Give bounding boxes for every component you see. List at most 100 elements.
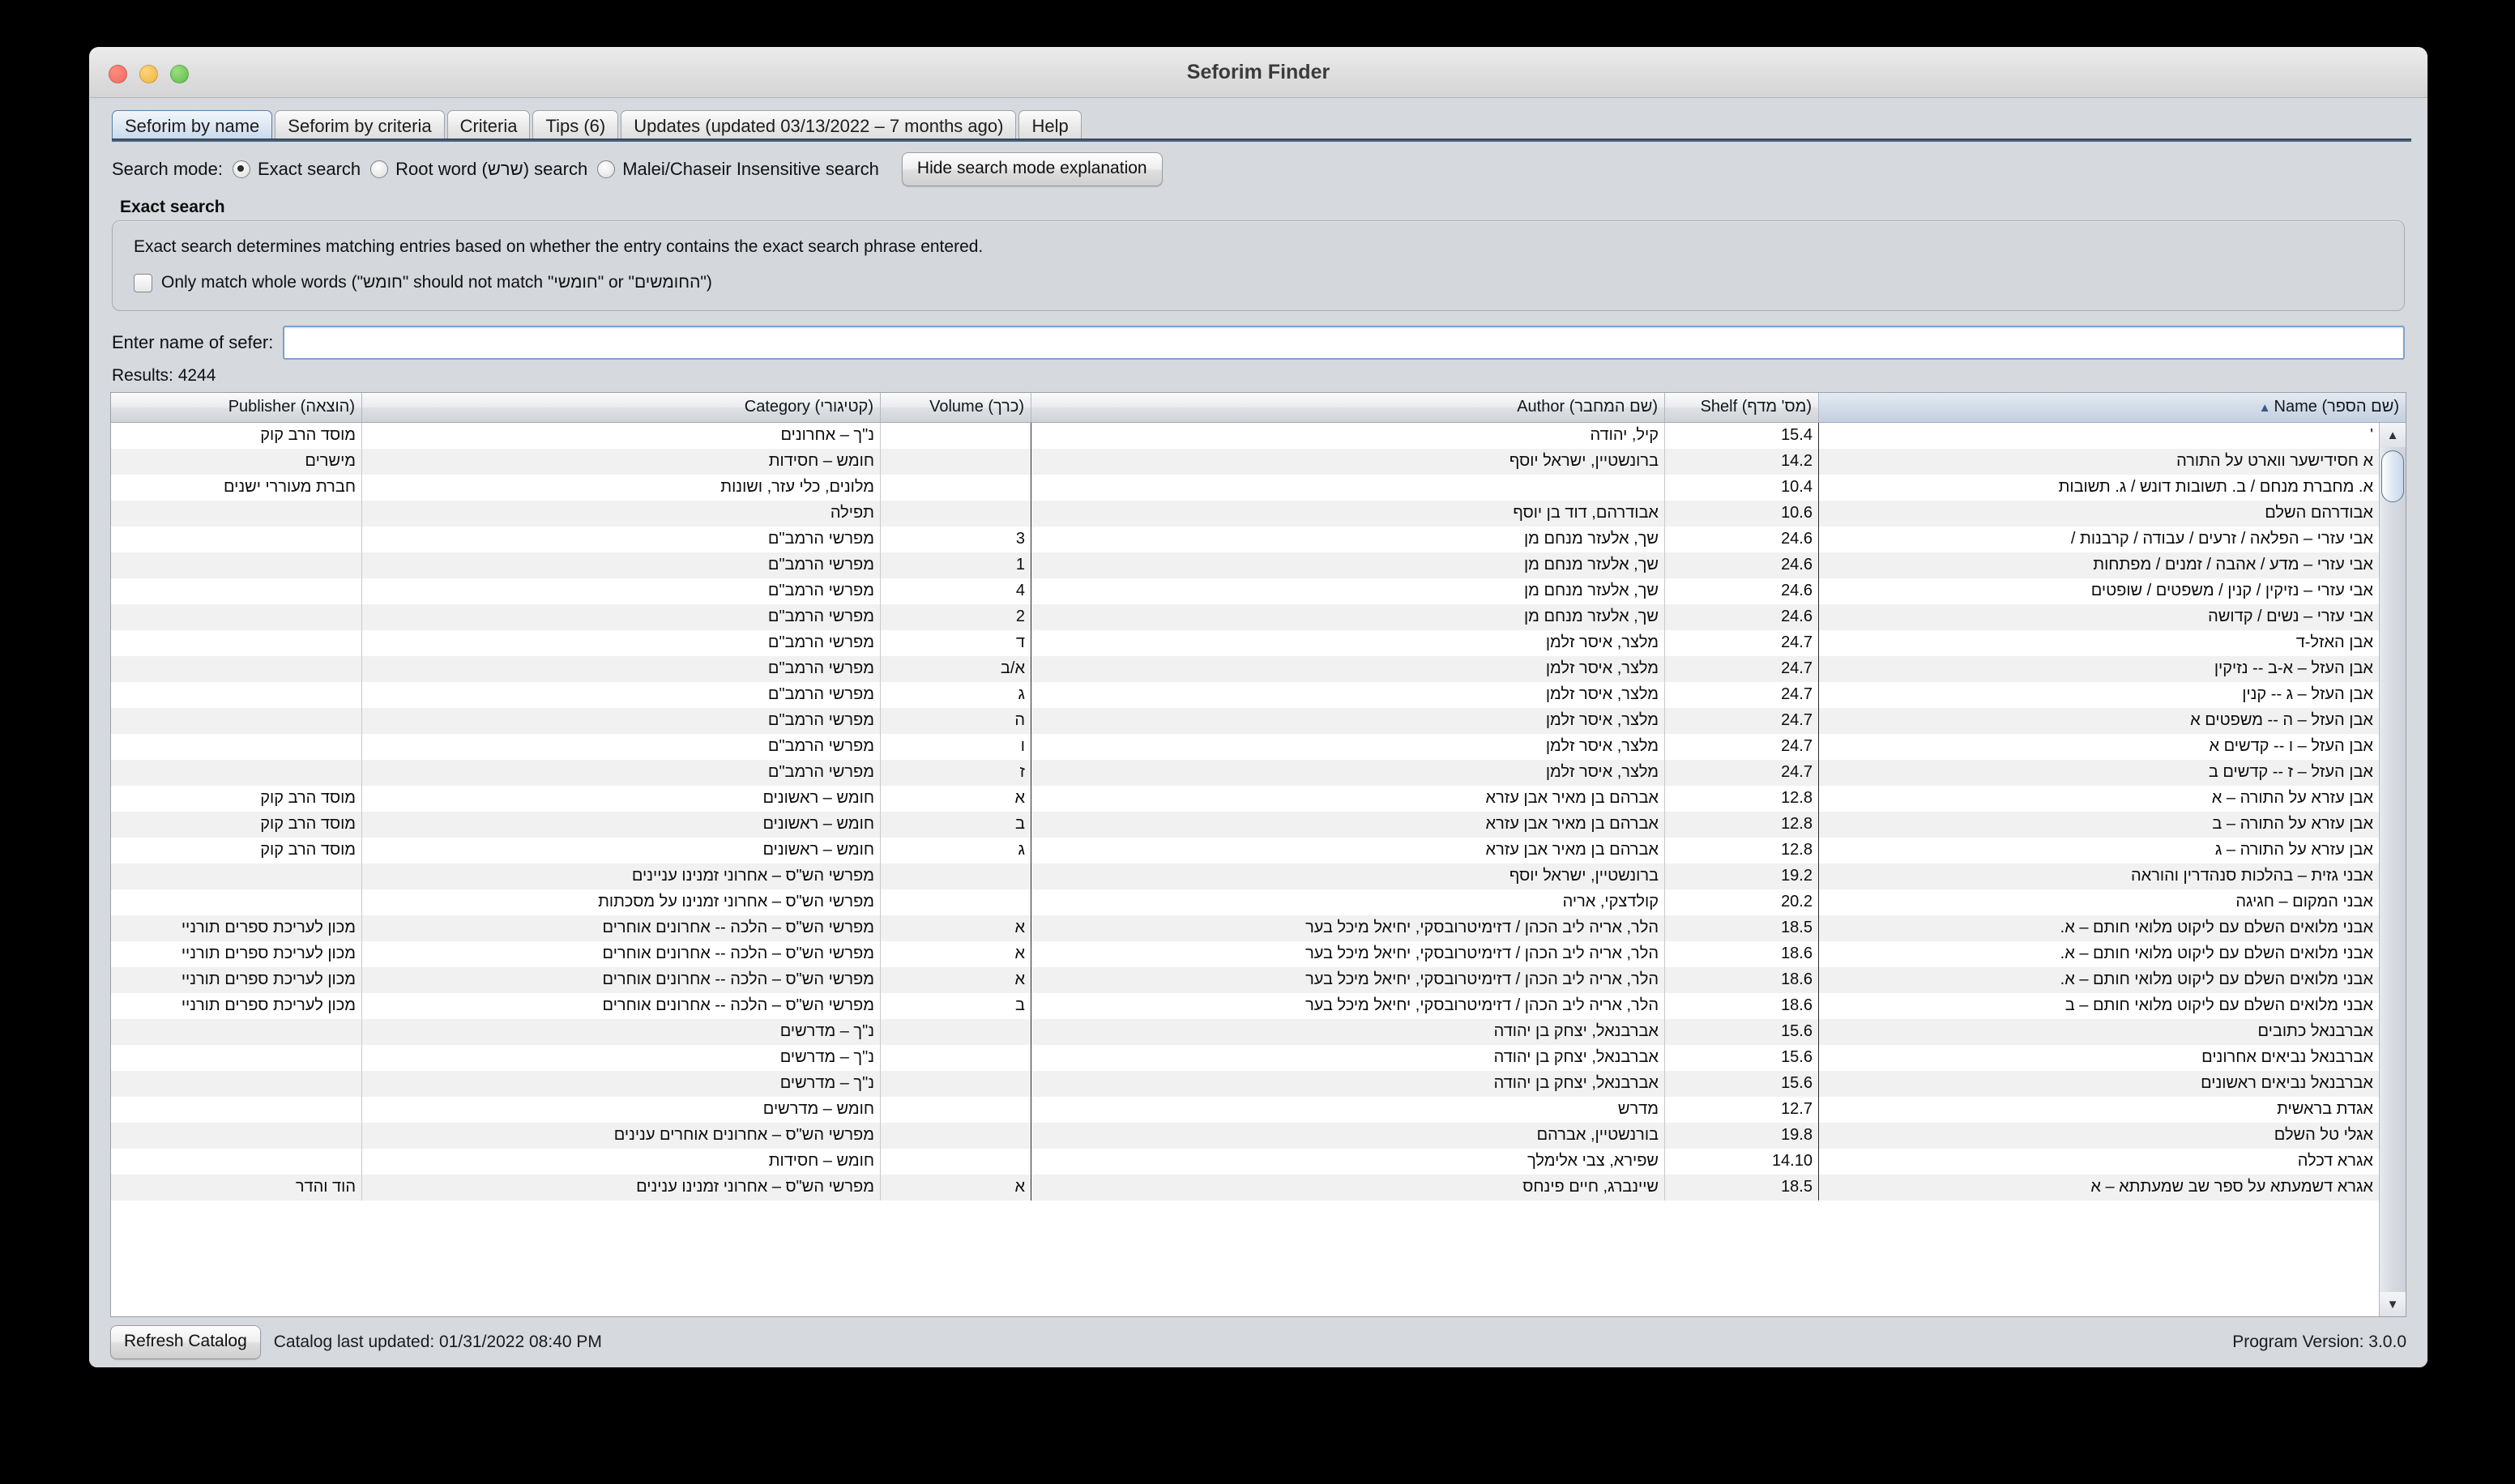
table-row[interactable]: חברת מעוררי ישניםמלונים, כלי עזר, ושונות… — [111, 475, 2379, 501]
table-row[interactable]: מפרשי הש"ס – אחרוני זמנינו על מסכתותקולד… — [111, 889, 2379, 915]
cell-shelf: 12.7 — [1665, 1097, 1819, 1123]
cell-volume — [881, 475, 1031, 501]
cell-author: שך, אלעזר מנחם מן — [1031, 527, 1665, 552]
column-header-publisher[interactable]: Publisher (הוצאה) — [111, 393, 362, 422]
minimize-window-button[interactable] — [139, 65, 158, 83]
table-body-wrapper: מוסד הרב קוקנ"ך – אחרוניםקיל, יהודה15.4'… — [111, 423, 2406, 1316]
sefer-name-input[interactable] — [283, 326, 2405, 360]
table-row[interactable]: מפרשי הרמב"ם2שך, אלעזר מנחם מן24.6אבי עז… — [111, 604, 2379, 630]
table-row[interactable]: מפרשי הרמב"םומלצר, איסר זלמן24.7אבן העזל… — [111, 734, 2379, 760]
table-row[interactable]: מכון לעריכת ספרים תורניימפרשי הש"ס – הלכ… — [111, 915, 2379, 941]
table-row[interactable]: חומש – מדרשיםמדרש12.7אגדת בראשית — [111, 1097, 2379, 1123]
tab-updates[interactable]: Updates (updated 03/13/2022 – 7 months a… — [621, 110, 1016, 142]
cell-publisher: מוסד הרב קוק — [111, 838, 362, 864]
table-row[interactable]: מכון לעריכת ספרים תורניימפרשי הש"ס – הלכ… — [111, 967, 2379, 993]
cell-shelf: 24.7 — [1665, 682, 1819, 708]
cell-category: מפרשי הרמב"ם — [362, 630, 881, 656]
tab-seforim-by-criteria[interactable]: Seforim by criteria — [275, 110, 444, 142]
cell-name: אבן עזרא על התורה – ג — [1819, 838, 2379, 864]
table-row[interactable]: תפילהאבודרהם, דוד בן יוסף10.6אבודרהם השל… — [111, 501, 2379, 527]
table-row[interactable]: מוסד הרב קוקחומש – ראשוניםאאברהם בן מאיר… — [111, 786, 2379, 812]
maximize-window-button[interactable] — [170, 65, 189, 83]
cell-name: אבי עזרי – נזיקין / קנין / משפטים / שופט… — [1819, 578, 2379, 604]
status-bar: Refresh Catalog Catalog last updated: 01… — [89, 1317, 2427, 1367]
cell-author: מלצר, איסר זלמן — [1031, 734, 1665, 760]
cell-volume: ב — [881, 812, 1031, 838]
refresh-catalog-button[interactable]: Refresh Catalog — [110, 1325, 261, 1359]
table-row[interactable]: נ"ך – מדרשיםאברבנאל, יצחק בן יהודה15.6אב… — [111, 1045, 2379, 1071]
close-window-button[interactable] — [109, 65, 127, 83]
table-row[interactable]: נ"ך – מדרשיםאברבנאל, יצחק בן יהודה15.6אב… — [111, 1019, 2379, 1045]
scroll-up-arrow-icon[interactable]: ▲ — [2380, 423, 2406, 447]
radio-button-icon — [233, 160, 250, 178]
window-controls — [109, 65, 189, 83]
table-row[interactable]: מפרשי הרמב"ם3שך, אלעזר מנחם מן24.6אבי עז… — [111, 527, 2379, 552]
cell-publisher — [111, 630, 362, 656]
cell-publisher — [111, 578, 362, 604]
table-row[interactable]: מישריםחומש – חסידותברונשטיין, ישראל יוסף… — [111, 449, 2379, 475]
table-row[interactable]: מפרשי הרמב"ם4שך, אלעזר מנחם מן24.6אבי עז… — [111, 578, 2379, 604]
cell-volume — [881, 1123, 1031, 1149]
cell-category: חומש – ראשונים — [362, 838, 881, 864]
table-row[interactable]: מוסד הרב קוקחומש – ראשוניםבאברהם בן מאיר… — [111, 812, 2379, 838]
table-row[interactable]: מכון לעריכת ספרים תורניימפרשי הש"ס – הלכ… — [111, 941, 2379, 967]
cell-author: ברונשטיין, ישראל יוסף — [1031, 864, 1665, 889]
table-row[interactable]: מפרשי הש"ס – אחרוני זמנינו ענייניםברונשט… — [111, 864, 2379, 889]
cell-shelf: 15.6 — [1665, 1045, 1819, 1071]
table-row[interactable]: מפרשי הרמב"םא/במלצר, איסר זלמן24.7אבן הע… — [111, 656, 2379, 682]
radio-malei-chaseir-search[interactable]: Malei/Chaseir Insensitive search — [597, 159, 879, 180]
radio-exact-search[interactable]: Exact search — [233, 159, 361, 180]
cell-shelf: 14.10 — [1665, 1149, 1819, 1175]
cell-volume — [881, 501, 1031, 527]
cell-publisher: מכון לעריכת ספרים תורניי — [111, 993, 362, 1019]
whole-words-checkbox-label: Only match whole words ("חומש" should no… — [161, 273, 712, 292]
cell-author: אבודרהם, דוד בן יוסף — [1031, 501, 1665, 527]
cell-author: בורנשטיין, אברהם — [1031, 1123, 1665, 1149]
cell-volume — [881, 1045, 1031, 1071]
tab-help[interactable]: Help — [1018, 110, 1081, 142]
cell-volume: 3 — [881, 527, 1031, 552]
table-row[interactable]: מפרשי הרמב"םהמלצר, איסר זלמן24.7אבן העזל… — [111, 708, 2379, 734]
table-row[interactable]: מוסד הרב קוקנ"ך – אחרוניםקיל, יהודה15.4' — [111, 423, 2379, 449]
table-row[interactable]: מפרשי הרמב"םגמלצר, איסר זלמן24.7אבן העזל… — [111, 682, 2379, 708]
cell-volume: א/ב — [881, 656, 1031, 682]
table-row[interactable]: מפרשי הרמב"ם1שך, אלעזר מנחם מן24.6אבי עז… — [111, 552, 2379, 578]
cell-author: שך, אלעזר מנחם מן — [1031, 604, 1665, 630]
table-row[interactable]: מפרשי הרמב"םדמלצר, איסר זלמן24.7אבן האזל… — [111, 630, 2379, 656]
cell-name: א חסידישער ווארט על התורה — [1819, 449, 2379, 475]
cell-author: אברהם בן מאיר אבן עזרא — [1031, 786, 1665, 812]
hide-search-mode-explanation-button[interactable]: Hide search mode explanation — [902, 152, 1163, 186]
tab-criteria[interactable]: Criteria — [447, 110, 531, 142]
tab-tips[interactable]: Tips (6) — [532, 110, 618, 142]
table-row[interactable]: חומש – חסידותשפירא, צבי אלימלך14.10אגרא … — [111, 1149, 2379, 1175]
table-row[interactable]: מפרשי הרמב"םזמלצר, איסר זלמן24.7אבן העזל… — [111, 760, 2379, 786]
table-row[interactable]: הוד והדרמפרשי הש"ס – אחרוני זמנינו עניני… — [111, 1175, 2379, 1200]
table-row[interactable]: מכון לעריכת ספרים תורניימפרשי הש"ס – הלכ… — [111, 993, 2379, 1019]
cell-name: אבני מלואים השלם עם ליקוט מלואי חותם – א… — [1819, 941, 2379, 967]
column-header-name[interactable]: ▲Name (שם הספר) — [1819, 393, 2406, 422]
scrollbar-track[interactable] — [2380, 447, 2406, 1292]
scroll-down-arrow-icon[interactable]: ▼ — [2380, 1292, 2406, 1316]
tab-seforim-by-name[interactable]: Seforim by name — [112, 110, 272, 142]
cell-shelf: 24.7 — [1665, 760, 1819, 786]
whole-words-checkbox-row[interactable]: Only match whole words ("חומש" should no… — [134, 273, 2383, 292]
vertical-scrollbar[interactable]: ▲ ▼ — [2379, 423, 2406, 1316]
cell-category: מפרשי הרמב"ם — [362, 527, 881, 552]
cell-author: שך, אלעזר מנחם מן — [1031, 578, 1665, 604]
column-header-name-label: Name (שם הספר) — [2274, 398, 2399, 416]
column-header-volume[interactable]: Volume (כרך) — [881, 393, 1031, 422]
radio-root-word-search[interactable]: Root word (שרש) search — [370, 159, 587, 180]
title-bar: Seforim Finder — [89, 47, 2427, 98]
scrollbar-thumb[interactable] — [2381, 450, 2404, 502]
checkbox-icon[interactable] — [134, 274, 152, 292]
table-row[interactable]: נ"ך – מדרשיםאברבנאל, יצחק בן יהודה15.6אב… — [111, 1071, 2379, 1097]
table-row[interactable]: מפרשי הש"ס – אחרונים אוחרים עניניםבורנשט… — [111, 1123, 2379, 1149]
cell-author: מלצר, איסר זלמן — [1031, 656, 1665, 682]
column-header-category[interactable]: Category (קטיגורי) — [362, 393, 881, 422]
cell-name: אבני גזית – בהלכות סנהדרין והוראה — [1819, 864, 2379, 889]
cell-volume: 2 — [881, 604, 1031, 630]
cell-category: חומש – ראשונים — [362, 786, 881, 812]
column-header-shelf[interactable]: Shelf (מס' מדף) — [1665, 393, 1819, 422]
table-row[interactable]: מוסד הרב קוקחומש – ראשוניםגאברהם בן מאיר… — [111, 838, 2379, 864]
column-header-author[interactable]: Author (שם המחבר) — [1031, 393, 1665, 422]
